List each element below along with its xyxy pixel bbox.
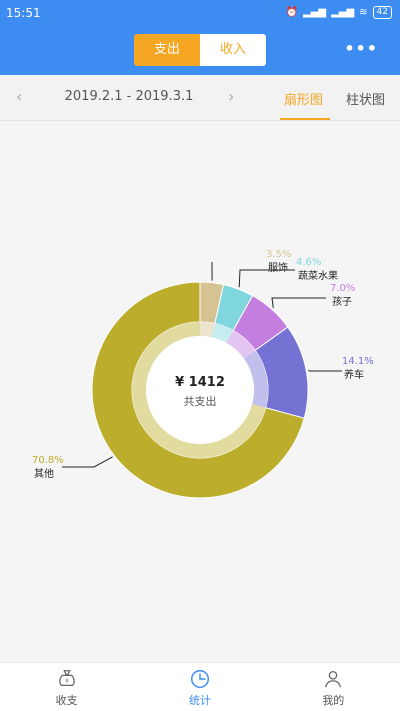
leader-line-3 bbox=[271, 297, 326, 309]
slice-name-2: 蔬菜水果 bbox=[298, 270, 338, 282]
tab-statistics[interactable]: 统计 bbox=[133, 663, 266, 711]
slice-percent-4: 14.1% bbox=[342, 356, 374, 367]
tab-pie-chart[interactable]: 扇形图 bbox=[284, 89, 323, 108]
slice-percent-1: 3.5% bbox=[266, 249, 291, 260]
slice-name-0: 其他 bbox=[34, 467, 54, 480]
bottom-tab-bar: ¥ 收支 统计 我的 bbox=[0, 662, 400, 711]
slice-percent-0: 70.8% bbox=[32, 455, 64, 466]
wifi-icon: ≋ bbox=[359, 7, 368, 18]
slice-name-3: 孩子 bbox=[332, 295, 352, 308]
active-tab-indicator bbox=[280, 118, 330, 120]
money-bag-icon: ¥ bbox=[58, 670, 75, 687]
date-range: 2019.2.1 - 2019.3.1 bbox=[64, 89, 194, 104]
type-switch: 支出 收入 bbox=[134, 34, 266, 66]
tab-expense[interactable]: 支出 bbox=[134, 34, 200, 66]
svg-text:¥: ¥ bbox=[65, 679, 69, 685]
tab-income-expense[interactable]: ¥ 收支 bbox=[0, 663, 133, 711]
clock-chart-icon bbox=[191, 670, 209, 688]
date-filter-bar: ‹ 2019.2.1 - 2019.3.1 › 扇形图 柱状图 bbox=[0, 75, 400, 121]
tab-label: 我的 bbox=[322, 694, 345, 707]
tab-label: 统计 bbox=[188, 694, 211, 707]
slice-percent-2: 4.6% bbox=[296, 257, 321, 268]
tab-profile[interactable]: 我的 bbox=[267, 663, 400, 711]
status-icons: ⏰ ▂▄▆ ▂▄▆ ≋ 42 bbox=[286, 6, 392, 19]
slice-name-4: 养车 bbox=[344, 368, 364, 381]
battery-icon: 42 bbox=[372, 6, 392, 19]
more-menu-icon[interactable]: ••• bbox=[344, 39, 378, 58]
next-period-button[interactable]: › bbox=[228, 87, 234, 106]
user-icon bbox=[325, 671, 342, 688]
total-label: 共支出 bbox=[184, 394, 217, 408]
total-amount: ¥ 1412 bbox=[175, 375, 225, 390]
expense-donut-chart: ¥ 1412 共支出 3.5% 服饰 4.6% 蔬菜水果 7.0% 孩子 14.1% 养车 70.8… bbox=[0, 121, 400, 661]
status-time: 15:51 bbox=[6, 6, 41, 20]
signal-icon-2: ▂▄▆ bbox=[331, 7, 355, 18]
top-app-bar: 15:51 ⏰ ▂▄▆ ▂▄▆ ≋ 42 支出 收入 ••• bbox=[0, 0, 400, 75]
donut-svg: ¥ 1412 共支出 3.5%服饰 4.6% 蔬菜水果7.0%孩子 14.1%养车 70.8… bbox=[32, 249, 374, 499]
leader-line-4 bbox=[308, 369, 342, 372]
status-bar: 15:51 ⏰ ▂▄▆ ▂▄▆ ≋ 42 bbox=[0, 0, 400, 28]
donut-center bbox=[146, 336, 254, 444]
leader-line-0 bbox=[62, 456, 113, 468]
tab-bar-chart[interactable]: 柱状图 bbox=[346, 89, 385, 108]
alarm-icon: ⏰ bbox=[285, 7, 298, 18]
tab-income[interactable]: 收入 bbox=[200, 34, 266, 66]
signal-icon: ▂▄▆ bbox=[303, 7, 327, 18]
slice-name-1: 服饰 bbox=[268, 261, 288, 274]
tab-label: 收支 bbox=[55, 694, 78, 707]
prev-period-button[interactable]: ‹ bbox=[16, 87, 22, 106]
slice-percent-3: 7.0% bbox=[330, 283, 355, 294]
